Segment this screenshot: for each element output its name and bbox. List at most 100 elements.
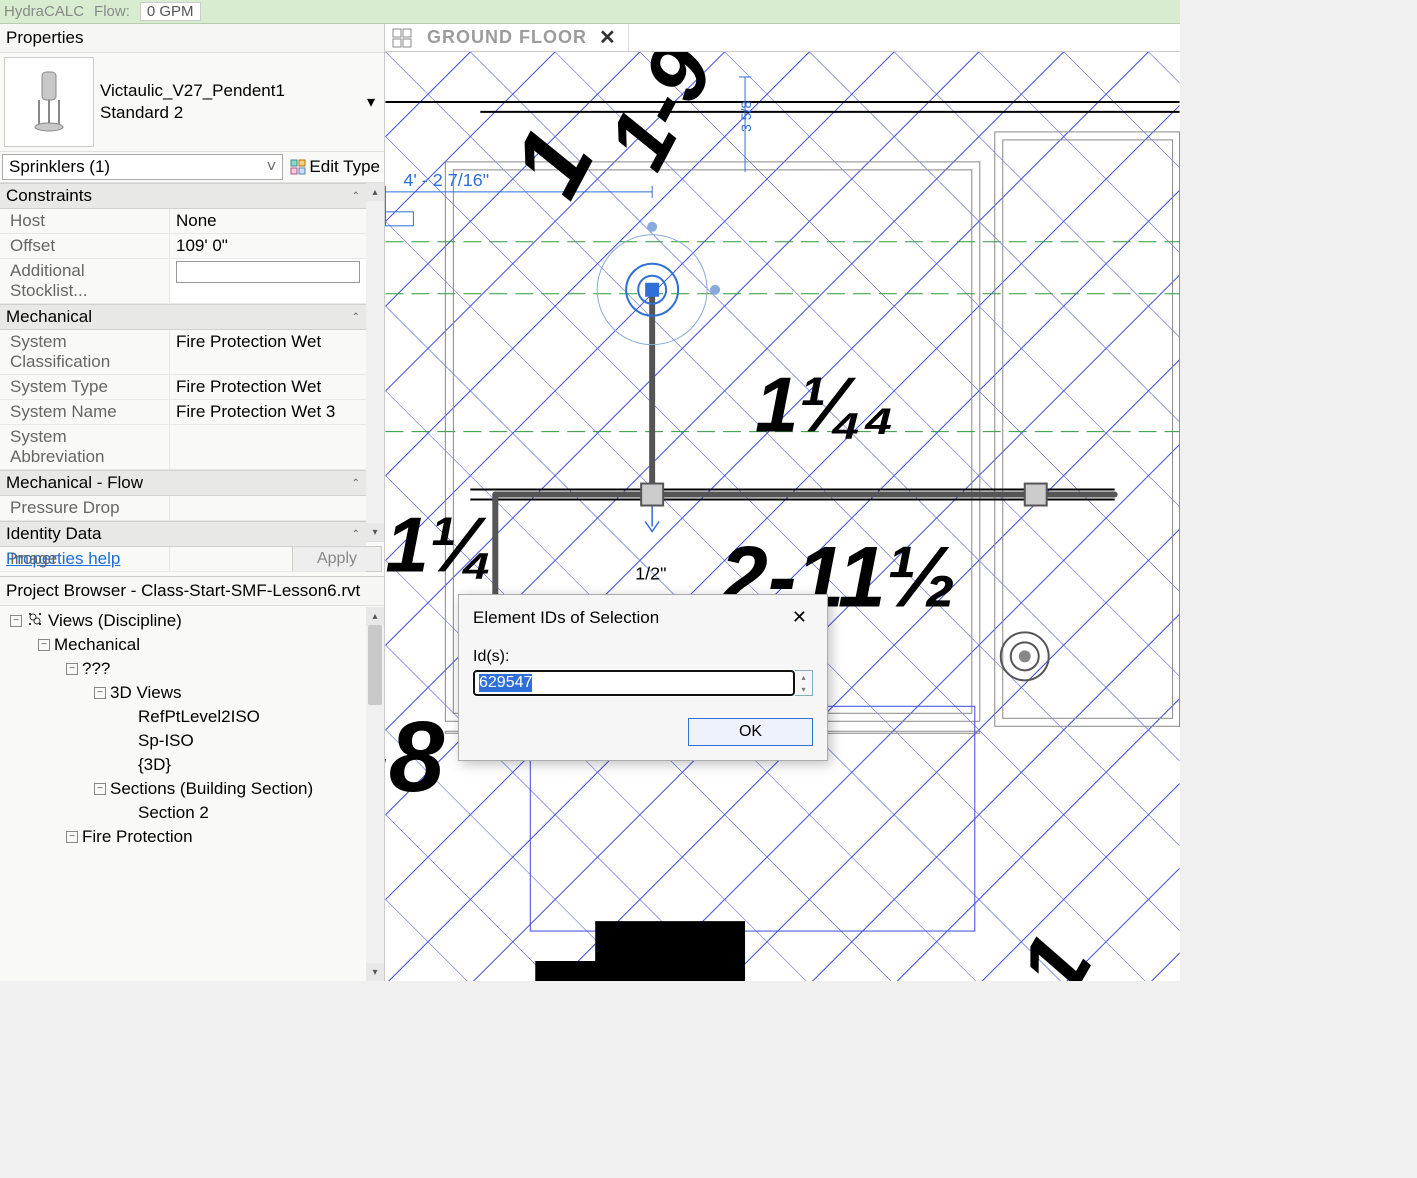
- tree-item[interactable]: −Fire Protection: [2, 825, 364, 849]
- collapse-icon[interactable]: ⌃: [352, 529, 360, 540]
- tree-item-label: Fire Protection: [82, 827, 193, 847]
- tree-expander-icon[interactable]: −: [38, 639, 50, 651]
- project-browser: Project Browser - Class-Start-SMF-Lesson…: [0, 576, 384, 981]
- drawing-area: GROUND FLOOR ✕: [385, 24, 1180, 981]
- ids-input[interactable]: [473, 670, 795, 696]
- property-row: System ClassificationFire Protection Wet: [0, 330, 366, 375]
- property-value[interactable]: Fire Protection Wet 3: [170, 400, 366, 424]
- property-row: HostNone: [0, 209, 366, 234]
- tree-expander-icon[interactable]: −: [66, 663, 78, 675]
- window-layout-icon[interactable]: [389, 25, 415, 51]
- property-label: Additional Stocklist...: [0, 259, 170, 303]
- dialog-title: Element IDs of Selection: [473, 608, 659, 628]
- flow-value: 0 GPM: [140, 2, 201, 21]
- type-selector[interactable]: Victaulic_V27_Pendent1 Standard 2 ▾: [0, 53, 384, 151]
- type-dropdown-icon[interactable]: ▾: [362, 93, 380, 111]
- property-label: System Name: [0, 400, 170, 424]
- property-groups: Constraints⌃HostNoneOffset109' 0"Additio…: [0, 183, 384, 541]
- property-value[interactable]: Fire Protection Wet: [170, 330, 366, 374]
- type-name-block: Victaulic_V27_Pendent1 Standard 2: [100, 80, 356, 124]
- edit-type-button[interactable]: Edit Type: [285, 155, 384, 179]
- properties-panel-title: Properties: [0, 24, 384, 53]
- property-row: Image: [0, 547, 366, 572]
- property-value[interactable]: 109' 0": [170, 234, 366, 258]
- category-filter[interactable]: Sprinklers (1) ˅: [2, 154, 283, 180]
- view-tab-ground-floor[interactable]: GROUND FLOOR ✕: [419, 24, 629, 51]
- collapse-icon[interactable]: ⌃: [352, 191, 360, 202]
- tree-expander-icon[interactable]: −: [10, 615, 22, 627]
- property-label: Offset: [0, 234, 170, 258]
- collapse-icon[interactable]: ⌃: [352, 478, 360, 489]
- tree-item[interactable]: −???: [2, 657, 364, 681]
- element-ids-dialog: Element IDs of Selection ✕ Id(s): ▴▾ OK: [458, 594, 828, 761]
- property-value[interactable]: [170, 496, 366, 520]
- tree-item[interactable]: Sp-ISO: [2, 729, 364, 753]
- type-thumbnail: [4, 57, 94, 147]
- tree-item[interactable]: −Sections (Building Section): [2, 777, 364, 801]
- ribbon-bar: HydraCALC Flow: 0 GPM: [0, 0, 1180, 24]
- scroll-up-icon[interactable]: ▴: [366, 183, 384, 201]
- project-tree[interactable]: −Views (Discipline)−Mechanical−???−3D Vi…: [0, 607, 366, 981]
- tree-item[interactable]: −Mechanical: [2, 633, 364, 657]
- property-value: [170, 259, 366, 303]
- connector-size: 1/2": [635, 563, 666, 583]
- property-label: Pressure Drop: [0, 496, 170, 520]
- close-icon[interactable]: ✕: [595, 25, 620, 50]
- property-value[interactable]: [170, 547, 366, 571]
- left-dock: Properties Victaulic_V27_Pendent1 Standa…: [0, 24, 385, 981]
- dimension-text[interactable]: 4' - 2 7/16": [403, 170, 489, 190]
- property-row: Additional Stocklist...: [0, 259, 366, 304]
- flow-label: Flow:: [94, 3, 130, 20]
- tree-item[interactable]: −3D Views: [2, 681, 364, 705]
- property-row: System NameFire Protection Wet 3: [0, 400, 366, 425]
- property-group-header[interactable]: Constraints⌃: [0, 183, 366, 209]
- tree-item-label: {3D}: [138, 755, 171, 775]
- tree-item[interactable]: −Views (Discipline): [2, 609, 364, 633]
- tree-item[interactable]: RefPtLevel2ISO: [2, 705, 364, 729]
- property-value[interactable]: [170, 425, 366, 469]
- props-content: Constraints⌃HostNoneOffset109' 0"Additio…: [0, 183, 366, 572]
- pipe-size-label: 1¼: [385, 500, 493, 588]
- ids-label: Id(s):: [473, 648, 813, 666]
- close-icon[interactable]: ✕: [786, 605, 813, 630]
- viewport[interactable]: 4' - 2 7/16" 1¼ 1¼₄ 2-11½ 1-9 1 -8 1 1/2…: [385, 52, 1180, 981]
- tree-item-label: ???: [82, 659, 110, 679]
- property-label: System Abbreviation: [0, 425, 170, 469]
- project-browser-title: Project Browser - Class-Start-SMF-Lesson…: [0, 577, 384, 606]
- property-row: Pressure Drop: [0, 496, 366, 521]
- ids-spinner[interactable]: ▴▾: [795, 670, 813, 696]
- properties-scrollbar[interactable]: ▴ ▾: [366, 183, 384, 541]
- property-label: Image: [0, 547, 170, 571]
- tree-expander-icon[interactable]: −: [66, 831, 78, 843]
- tree-item-label: Section 2: [138, 803, 209, 823]
- dimension-label: -8: [385, 702, 445, 813]
- view-tab-label: GROUND FLOOR: [427, 27, 587, 48]
- property-value[interactable]: None: [170, 209, 366, 233]
- tree-expander-icon[interactable]: −: [94, 687, 106, 699]
- tree-expander-icon[interactable]: −: [94, 783, 106, 795]
- collapse-icon[interactable]: ⌃: [352, 312, 360, 323]
- property-group-header[interactable]: Mechanical - Flow⌃: [0, 470, 366, 496]
- vertical-dim: 3 5/8: [738, 101, 754, 132]
- browser-scrollbar[interactable]: ▴ ▾: [366, 607, 384, 981]
- tree-item[interactable]: Section 2: [2, 801, 364, 825]
- property-label: Host: [0, 209, 170, 233]
- ok-button[interactable]: OK: [688, 718, 813, 746]
- property-value[interactable]: Fire Protection Wet: [170, 375, 366, 399]
- scroll-down-icon[interactable]: ▾: [366, 523, 384, 541]
- scroll-down-icon[interactable]: ▾: [366, 963, 384, 981]
- property-input[interactable]: [176, 261, 360, 283]
- app-name: HydraCALC: [4, 3, 84, 20]
- tree-item-label: Mechanical: [54, 635, 140, 655]
- tree-item-label: RefPtLevel2ISO: [138, 707, 260, 727]
- scrollbar-thumb[interactable]: [368, 625, 382, 705]
- scroll-up-icon[interactable]: ▴: [366, 607, 384, 625]
- property-group-header[interactable]: Mechanical⌃: [0, 304, 366, 330]
- tree-item-label: Sections (Building Section): [110, 779, 313, 799]
- views-icon: [26, 610, 44, 633]
- pipe-size-label: 1¼₄: [755, 361, 895, 449]
- view-tabs: GROUND FLOOR ✕: [385, 24, 1180, 52]
- tree-item[interactable]: {3D}: [2, 753, 364, 777]
- property-row: System TypeFire Protection Wet: [0, 375, 366, 400]
- property-group-header[interactable]: Identity Data⌃: [0, 521, 366, 547]
